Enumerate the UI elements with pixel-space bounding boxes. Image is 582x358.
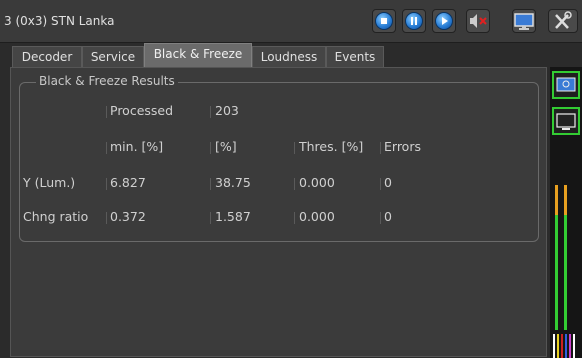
header-row: min. [%] [%] Thres. [%] Errors bbox=[20, 133, 538, 161]
tab-service[interactable]: Service bbox=[82, 46, 144, 67]
column-divider bbox=[106, 106, 107, 118]
monitor-icon bbox=[514, 13, 534, 30]
tab-black-freeze[interactable]: Black & Freeze bbox=[144, 43, 252, 68]
row-label: Chng ratio bbox=[23, 209, 89, 224]
play-icon bbox=[435, 12, 453, 30]
processed-row: Processed 203 bbox=[20, 97, 538, 125]
app-window: 3 (0x3) STN Lanka Decoder Service Black … bbox=[0, 0, 582, 358]
display-button[interactable] bbox=[552, 107, 580, 135]
audio-meter-left bbox=[555, 215, 558, 330]
header-errors: Errors bbox=[384, 139, 421, 154]
header-pct: [%] bbox=[215, 139, 237, 154]
stop-button[interactable] bbox=[372, 9, 396, 33]
row-pct: 38.75 bbox=[215, 175, 251, 190]
column-divider bbox=[294, 142, 295, 154]
play-button[interactable] bbox=[432, 9, 456, 33]
column-divider bbox=[380, 212, 381, 224]
tab-loudness[interactable]: Loudness bbox=[252, 46, 326, 67]
tab-events[interactable]: Events bbox=[326, 46, 384, 67]
color-stripe bbox=[561, 334, 563, 358]
monitor-button[interactable] bbox=[512, 9, 536, 33]
row-thres: 0.000 bbox=[299, 175, 335, 190]
column-divider bbox=[106, 212, 107, 224]
pause-icon bbox=[405, 12, 423, 30]
header-min: min. [%] bbox=[110, 139, 164, 154]
tools-button[interactable] bbox=[548, 9, 578, 33]
row-label: Y (Lum.) bbox=[23, 175, 76, 190]
processed-value: 203 bbox=[215, 103, 239, 118]
row-pct: 1.587 bbox=[215, 209, 251, 224]
tab-decoder[interactable]: Decoder bbox=[12, 46, 82, 67]
title-bar: 3 (0x3) STN Lanka bbox=[0, 0, 582, 43]
table-row: Chng ratio 0.372 1.587 0.000 0 bbox=[20, 203, 538, 231]
video-view-button[interactable] bbox=[552, 71, 580, 99]
audio-meter-right bbox=[564, 215, 567, 330]
column-divider bbox=[294, 212, 295, 224]
results-group: Black & Freeze Results Processed 203 min… bbox=[19, 74, 539, 242]
color-stripe bbox=[557, 334, 559, 358]
table-row: Y (Lum.) 6.827 38.75 0.000 0 bbox=[20, 169, 538, 197]
row-min: 0.372 bbox=[110, 209, 146, 224]
column-divider bbox=[210, 178, 211, 190]
tools-icon bbox=[555, 11, 572, 29]
row-thres: 0.000 bbox=[299, 209, 335, 224]
stop-icon bbox=[375, 12, 393, 30]
header-thres: Thres. [%] bbox=[299, 139, 364, 154]
row-errors: 0 bbox=[384, 175, 392, 190]
column-divider bbox=[210, 106, 211, 118]
column-divider bbox=[294, 178, 295, 190]
mute-button[interactable] bbox=[466, 9, 490, 33]
group-title: Black & Freeze Results bbox=[36, 74, 178, 88]
row-errors: 0 bbox=[384, 209, 392, 224]
column-divider bbox=[380, 178, 381, 190]
speaker-muted-icon bbox=[470, 14, 487, 28]
color-stripe bbox=[553, 334, 555, 358]
column-divider bbox=[106, 178, 107, 190]
color-stripe bbox=[573, 334, 575, 358]
monitor-icon bbox=[556, 77, 576, 92]
column-divider bbox=[210, 212, 211, 224]
content-panel: Black & Freeze Results Processed 203 min… bbox=[10, 67, 547, 357]
column-divider bbox=[210, 142, 211, 154]
column-divider bbox=[106, 142, 107, 154]
audio-meter-right-peak bbox=[564, 185, 567, 215]
meter-strip bbox=[550, 67, 582, 358]
audio-meter-left-peak bbox=[555, 185, 558, 215]
column-divider bbox=[380, 142, 381, 154]
color-stripe bbox=[569, 334, 571, 358]
screen-icon bbox=[556, 113, 576, 130]
window-title: 3 (0x3) STN Lanka bbox=[4, 14, 115, 28]
processed-label: Processed bbox=[110, 103, 174, 118]
pause-button[interactable] bbox=[402, 9, 426, 33]
color-stripe bbox=[565, 334, 567, 358]
row-min: 6.827 bbox=[110, 175, 146, 190]
